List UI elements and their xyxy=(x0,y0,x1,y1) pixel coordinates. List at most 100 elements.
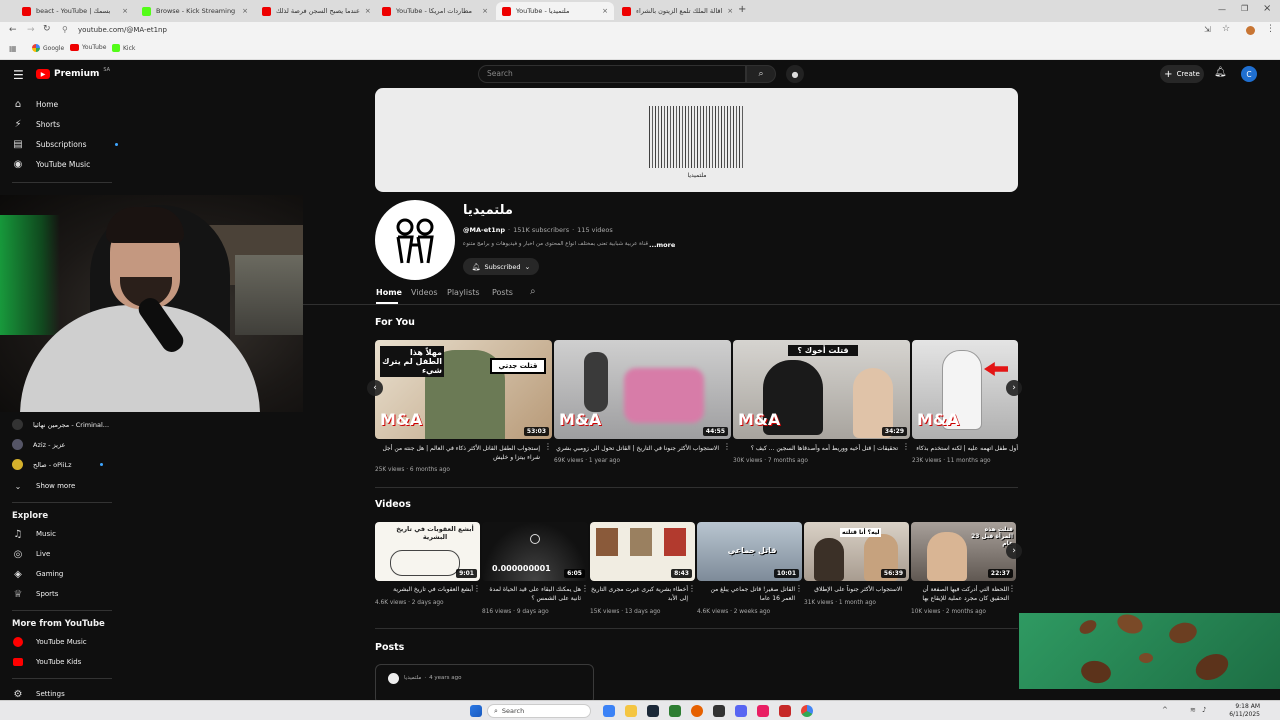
close-window-icon[interactable]: × xyxy=(1263,3,1271,14)
video-title[interactable]: تحقيقات | قتل أخيه ووريط أمه وأصدقاها ال… xyxy=(733,444,898,453)
sidebar-item-shorts[interactable]: ⚡ Shorts xyxy=(12,118,60,130)
hamburger-menu-icon[interactable]: ☰ xyxy=(13,68,24,82)
browser-tab[interactable]: beact - YouTube | بسمك × xyxy=(16,2,134,20)
subscription-channel[interactable]: Aziz - عزيز xyxy=(12,439,65,450)
taskbar-app-icon[interactable] xyxy=(669,705,681,717)
sidebar-item-settings[interactable]: ⚙ Settings xyxy=(12,688,65,700)
carousel-next-button[interactable]: › xyxy=(1006,380,1022,396)
forward-icon[interactable]: → xyxy=(27,25,35,35)
carousel-prev-button[interactable]: ‹ xyxy=(367,380,383,396)
video-thumbnail[interactable]: مهلاً هذا الطفل لم يترك شيء قتلت جدتي M&… xyxy=(375,340,552,439)
post-card[interactable]: ملتميديا · 4 years ago xyxy=(375,664,594,700)
video-thumbnail[interactable]: قتلت هذه المرأة قبل 23 عام 22:37 xyxy=(911,522,1016,581)
windows-start-icon[interactable] xyxy=(470,705,482,717)
url-field[interactable]: youtube.com/@MA-et1np xyxy=(78,26,167,34)
video-thumbnail[interactable]: قتلت أخوك ؟ M&A 34:29 xyxy=(733,340,910,439)
videos-next-button[interactable]: › xyxy=(1006,543,1022,559)
close-tab-icon[interactable]: × xyxy=(122,7,128,15)
video-title[interactable]: الاستجواب الأكثر جنونا في التاريخ | القا… xyxy=(554,444,719,453)
video-thumbnail[interactable]: 8:43 xyxy=(590,522,695,581)
taskbar-app-icon[interactable] xyxy=(757,705,769,717)
video-title[interactable]: اللحظة التي أدركت فيها الصفعة أن التحقيق… xyxy=(911,585,1009,603)
subscription-channel[interactable]: صالح - oPiiLz xyxy=(12,459,103,470)
file-explorer-icon[interactable] xyxy=(625,705,637,717)
back-icon[interactable]: ← xyxy=(9,25,17,35)
description-more-link[interactable]: ...more xyxy=(649,241,675,249)
bookmark-youtube[interactable]: YouTube xyxy=(70,44,106,51)
voice-search-button[interactable]: ● xyxy=(786,65,804,83)
more-options-icon[interactable]: ⋮ xyxy=(581,584,589,593)
discord-icon[interactable] xyxy=(735,705,747,717)
video-thumbnail[interactable]: قاتل جماعي 10:01 xyxy=(697,522,802,581)
more-options-icon[interactable]: ⋮ xyxy=(1008,584,1016,593)
sidebar-item-gaming[interactable]: ◈ Gaming xyxy=(12,568,63,580)
video-thumbnail[interactable]: M&A xyxy=(912,340,1018,439)
sidebar-item-home[interactable]: ⌂ Home xyxy=(12,98,58,110)
more-options-icon[interactable]: ⋮ xyxy=(544,442,552,451)
video-thumbnail[interactable]: ليه؟ أنا قتلته 56:39 xyxy=(804,522,909,581)
close-tab-icon[interactable]: × xyxy=(482,7,488,15)
sidebar-item-sports[interactable]: ♕ Sports xyxy=(12,588,59,600)
channel-avatar-large[interactable] xyxy=(375,200,455,280)
video-thumbnail[interactable]: M&A 44:55 xyxy=(554,340,731,439)
volume-icon[interactable]: ♪ xyxy=(1202,706,1206,714)
more-options-icon[interactable]: ⋮ xyxy=(688,584,696,593)
video-title[interactable]: أبشع العقوبات في تاريخ البشرية xyxy=(375,585,473,594)
browser-menu-icon[interactable]: ⋮ xyxy=(1266,24,1275,34)
tab-playlists[interactable]: Playlists xyxy=(447,288,480,297)
reload-icon[interactable]: ↻ xyxy=(43,24,51,34)
extension-icon[interactable] xyxy=(1246,26,1255,35)
show-more-button[interactable]: ⌄ Show more xyxy=(12,480,76,492)
video-title[interactable]: هل يمكنك البقاء على قيد الحياة لمدة ثاني… xyxy=(482,585,581,603)
tab-videos[interactable]: Videos xyxy=(411,288,438,297)
browser-tab[interactable]: YouTube - مطاردات امريكا × xyxy=(376,2,494,20)
sidebar-item-live[interactable]: ◎ Live xyxy=(12,548,51,560)
browser-tab[interactable]: عندما يصبح السجن فرصة لذلك × xyxy=(256,2,374,20)
video-title[interactable]: أول طفل اتهمه عليه | لكنه استخدم بذكاء ا… xyxy=(912,444,1018,453)
tab-home[interactable]: Home xyxy=(376,288,402,297)
video-thumbnail[interactable]: 0.000000001 6:05 xyxy=(482,522,588,581)
apps-grid-icon[interactable]: ▦ xyxy=(9,44,17,53)
sidebar-item-subscriptions[interactable]: ▤ Subscriptions xyxy=(12,138,118,150)
video-title[interactable]: إستجواب الطفل القاتل الأكثر ذكاء في العا… xyxy=(375,444,540,462)
tab-posts[interactable]: Posts xyxy=(492,288,513,297)
minimize-icon[interactable]: — xyxy=(1218,5,1226,14)
video-title[interactable]: أخطاء بشرية كبرى غيرت مجرى التاريخ إلى ا… xyxy=(590,585,688,603)
browser-tab-active[interactable]: YouTube - ملتميديا × xyxy=(496,2,614,20)
firefox-icon[interactable] xyxy=(691,705,703,717)
sidebar-item-youtube-kids[interactable]: YouTube Kids xyxy=(12,656,81,668)
site-info-icon[interactable]: ⚲ xyxy=(62,25,68,34)
taskbar-clock[interactable]: 9:18 AM 6/11/2025 xyxy=(1222,703,1260,719)
video-thumbnail[interactable]: أبشع العقوبات في تاريخ البشرية 9:01 xyxy=(375,522,480,581)
chrome-icon[interactable] xyxy=(801,705,813,717)
bookmark-kick[interactable]: Kick xyxy=(112,44,135,52)
taskbar-app-icon[interactable] xyxy=(603,705,615,717)
new-tab-button[interactable]: + xyxy=(738,4,746,15)
obs-icon[interactable] xyxy=(713,705,725,717)
steam-icon[interactable] xyxy=(647,705,659,717)
create-button[interactable]: + Create xyxy=(1160,65,1204,83)
subscription-channel[interactable]: مجرمين نهائيا - Criminal... xyxy=(12,419,109,430)
bookmark-google[interactable]: Google xyxy=(32,44,64,52)
browser-tab[interactable]: اقالة الملك تلمع الزيتون بالشراء × xyxy=(616,2,734,20)
close-tab-icon[interactable]: × xyxy=(727,7,733,15)
taskbar-app-icon[interactable] xyxy=(779,705,791,717)
search-input[interactable]: Search xyxy=(487,69,513,78)
sidebar-item-youtube-music[interactable]: ◉ YouTube Music xyxy=(12,158,91,170)
search-button[interactable]: ⌕ xyxy=(746,65,776,83)
youtube-logo[interactable]: ▶ Premium SA xyxy=(36,67,110,79)
bookmark-star-icon[interactable]: ☆ xyxy=(1222,24,1230,34)
install-app-icon[interactable]: ⇲ xyxy=(1204,25,1211,34)
browser-tab[interactable]: Browse - Kick Streaming × xyxy=(136,2,254,20)
video-title[interactable]: القاتل صغير! قاتل جماعي يبلغ من العمر 16… xyxy=(697,585,795,603)
sidebar-item-music[interactable]: ♫ Music xyxy=(12,528,56,540)
tray-chevron-icon[interactable]: ^ xyxy=(1162,706,1168,714)
close-tab-icon[interactable]: × xyxy=(365,7,371,15)
maximize-icon[interactable]: ❐ xyxy=(1241,4,1248,13)
wifi-icon[interactable]: ≋ xyxy=(1190,706,1196,714)
more-options-icon[interactable]: ⋮ xyxy=(795,584,803,593)
close-tab-icon[interactable]: × xyxy=(602,7,608,15)
channel-search-icon[interactable]: ⌕ xyxy=(530,286,536,297)
notifications-bell-icon[interactable]: 🔔︎ xyxy=(1214,67,1227,78)
more-options-icon[interactable]: ⋮ xyxy=(723,442,731,451)
